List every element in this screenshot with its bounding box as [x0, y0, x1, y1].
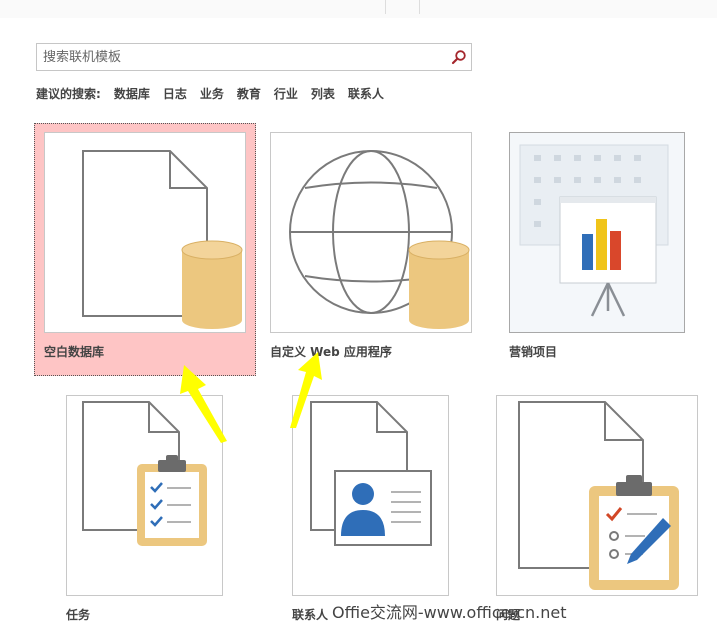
- template-label: 任务: [66, 608, 91, 622]
- divider: [419, 0, 420, 14]
- template-custom-web-app[interactable]: 自定义 Web 应用程序: [270, 132, 472, 362]
- template-label: 联系人: [292, 608, 329, 622]
- template-thumbnail: [509, 132, 685, 333]
- blank-database-icon: [82, 150, 243, 329]
- suggestion-business[interactable]: 业务: [200, 85, 224, 102]
- search-input[interactable]: [43, 44, 443, 70]
- template-label: 空白数据库: [44, 345, 105, 359]
- top-band: [0, 0, 717, 18]
- template-thumbnail: [270, 132, 472, 333]
- arrow-annotation-icon: [290, 352, 322, 428]
- template-marketing-project[interactable]: 营销项目: [509, 132, 685, 362]
- template-issues[interactable]: 问题: [496, 395, 698, 625]
- suggestion-contacts[interactable]: 联系人: [348, 85, 384, 102]
- presentation-chart-icon: [519, 144, 669, 317]
- search-icon[interactable]: [451, 49, 467, 65]
- suggestion-database[interactable]: 数据库: [114, 85, 150, 102]
- template-thumbnail: [44, 132, 246, 333]
- suggested-searches: 建议的搜索: 数据库 日志 业务 教育 行业 列表 联系人: [36, 85, 397, 102]
- divider: [385, 0, 386, 14]
- suggestion-list[interactable]: 列表: [311, 85, 335, 102]
- globe-database-icon: [289, 150, 470, 329]
- template-search-box: [36, 43, 472, 71]
- watermark-text: Offie交流网-www.office-cn.net: [332, 603, 567, 622]
- template-thumbnail: [496, 395, 698, 596]
- suggestion-industry[interactable]: 行业: [274, 85, 298, 102]
- suggested-searches-label: 建议的搜索:: [36, 87, 101, 101]
- suggestion-log[interactable]: 日志: [163, 85, 187, 102]
- suggestion-education[interactable]: 教育: [237, 85, 261, 102]
- issues-clipboard-icon: [518, 401, 679, 590]
- template-label: 营销项目: [509, 345, 558, 359]
- template-blank-database[interactable]: 空白数据库: [44, 132, 246, 362]
- arrow-annotation-icon: [180, 365, 227, 443]
